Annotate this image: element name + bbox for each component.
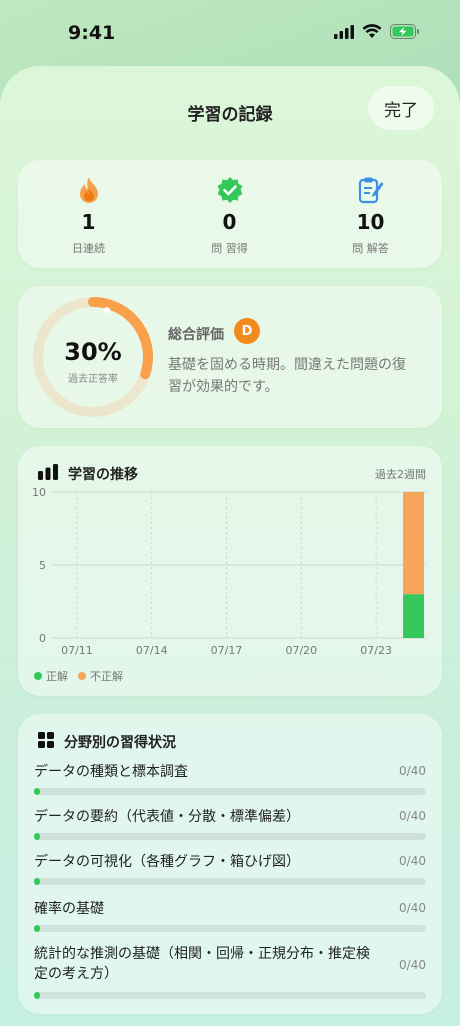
stat-label: 問 習得 (211, 242, 248, 255)
bar-incorrect (403, 492, 424, 595)
x-tick-label: 07/20 (285, 644, 317, 657)
subject-name: データの種類と標本調査 (34, 764, 188, 780)
subject-progress-fill (34, 788, 40, 795)
flame-icon (18, 176, 159, 206)
subject-count: 0/40 (399, 854, 426, 868)
stat-value: 0 (222, 210, 237, 234)
subject-name: データの可視化（各種グラフ・箱ひげ図） (34, 854, 300, 870)
legend-correct: 正解 (34, 668, 68, 684)
x-tick-label: 07/17 (211, 644, 243, 657)
x-tick-label: 07/11 (61, 644, 93, 657)
subject-progress-fill (34, 878, 40, 885)
subject-count: 0/40 (399, 901, 426, 915)
legend-incorrect-label: 不正解 (90, 670, 123, 683)
stat-answered: 10 問 解答 (300, 160, 441, 256)
subject-progress-bar (34, 788, 426, 795)
subject-name: データの要約（代表値・分散・標準偏差） (34, 809, 300, 825)
status-time: 9:41 (68, 22, 116, 44)
grade-badge: D (234, 318, 260, 344)
evaluation-title: 総合評価 (168, 327, 224, 343)
subject-row[interactable]: 統計的な推測の基礎（相関・回帰・正規分布・推定検定の考え方） 0/40 (34, 944, 426, 999)
evaluation-description: 基礎を固める時期。間違えた問題の復習が効果的です。 (168, 357, 406, 395)
check-badge-icon (159, 176, 300, 206)
x-tick-label: 07/14 (136, 644, 168, 657)
stat-streak: 1 日連続 (18, 160, 159, 256)
accuracy-label: 過去正答率 (68, 374, 118, 385)
legend-incorrect: 不正解 (78, 668, 123, 684)
chart-legend: 正解 不正解 (34, 668, 123, 684)
battery-charging-icon (390, 24, 420, 43)
done-button[interactable]: 完了 (368, 86, 434, 130)
accuracy-percent: 30% (64, 338, 122, 366)
subject-row[interactable]: 確率の基礎 0/40 (34, 899, 426, 932)
stat-label: 日連続 (72, 242, 105, 255)
stat-value: 10 (356, 210, 385, 234)
subject-row[interactable]: データの可視化（各種グラフ・箱ひげ図） 0/40 (34, 852, 426, 885)
stat-value: 1 (81, 210, 96, 234)
y-tick-label: 0 (39, 632, 46, 645)
stats-card: 1 日連続 0 問 習得 10 問 解答 (18, 160, 442, 268)
stat-label: 問 解答 (352, 242, 389, 255)
subject-progress-fill (34, 833, 40, 840)
stat-mastered: 0 問 習得 (159, 160, 300, 256)
clipboard-icon (300, 176, 441, 206)
y-tick-label: 10 (32, 486, 46, 499)
status-bar: 9:41 (0, 0, 460, 66)
subject-count: 0/40 (399, 809, 426, 823)
legend-correct-label: 正解 (46, 670, 68, 683)
subject-progress-bar (34, 992, 426, 999)
subject-row[interactable]: データの要約（代表値・分散・標準偏差） 0/40 (34, 807, 426, 840)
ring-start-marker (104, 307, 110, 313)
subject-name: 確率の基礎 (34, 901, 104, 917)
summary-card: 30% 過去正答率 総合評価 D 基礎を固める時期。間違えた問題の復習が効果的で… (18, 286, 442, 428)
y-tick-label: 5 (39, 559, 46, 572)
subject-progress-bar (34, 925, 426, 932)
x-tick-label: 07/23 (360, 644, 392, 657)
subject-progress-fill (34, 992, 40, 999)
grid-icon (38, 732, 54, 752)
subject-count: 0/40 (399, 958, 426, 972)
subject-count: 0/40 (399, 764, 426, 778)
subject-progress-bar (34, 833, 426, 840)
subject-progress-fill (34, 925, 40, 932)
subjects-title: 分野別の習得状況 (64, 735, 176, 751)
bar-correct (403, 594, 424, 638)
accuracy-ring: 30% 過去正答率 (32, 296, 154, 418)
subjects-card: 分野別の習得状況 データの種類と標本調査 0/40 データの要約（代表値・分散・… (18, 714, 442, 1014)
trend-chart: 0 5 10 07/11 07/14 07/17 07/20 07/23 (32, 486, 426, 657)
wifi-icon (362, 24, 382, 43)
trend-card: 学習の推移 過去2週間 0 5 10 07/11 07/14 07/17 07/20 07/2… (18, 446, 442, 696)
subject-name: 統計的な推測の基礎（相関・回帰・正規分布・推定検定の考え方） (34, 946, 370, 982)
subject-row[interactable]: データの種類と標本調査 0/40 (34, 762, 426, 795)
cellular-signal-icon (334, 24, 354, 43)
subject-progress-bar (34, 878, 426, 885)
